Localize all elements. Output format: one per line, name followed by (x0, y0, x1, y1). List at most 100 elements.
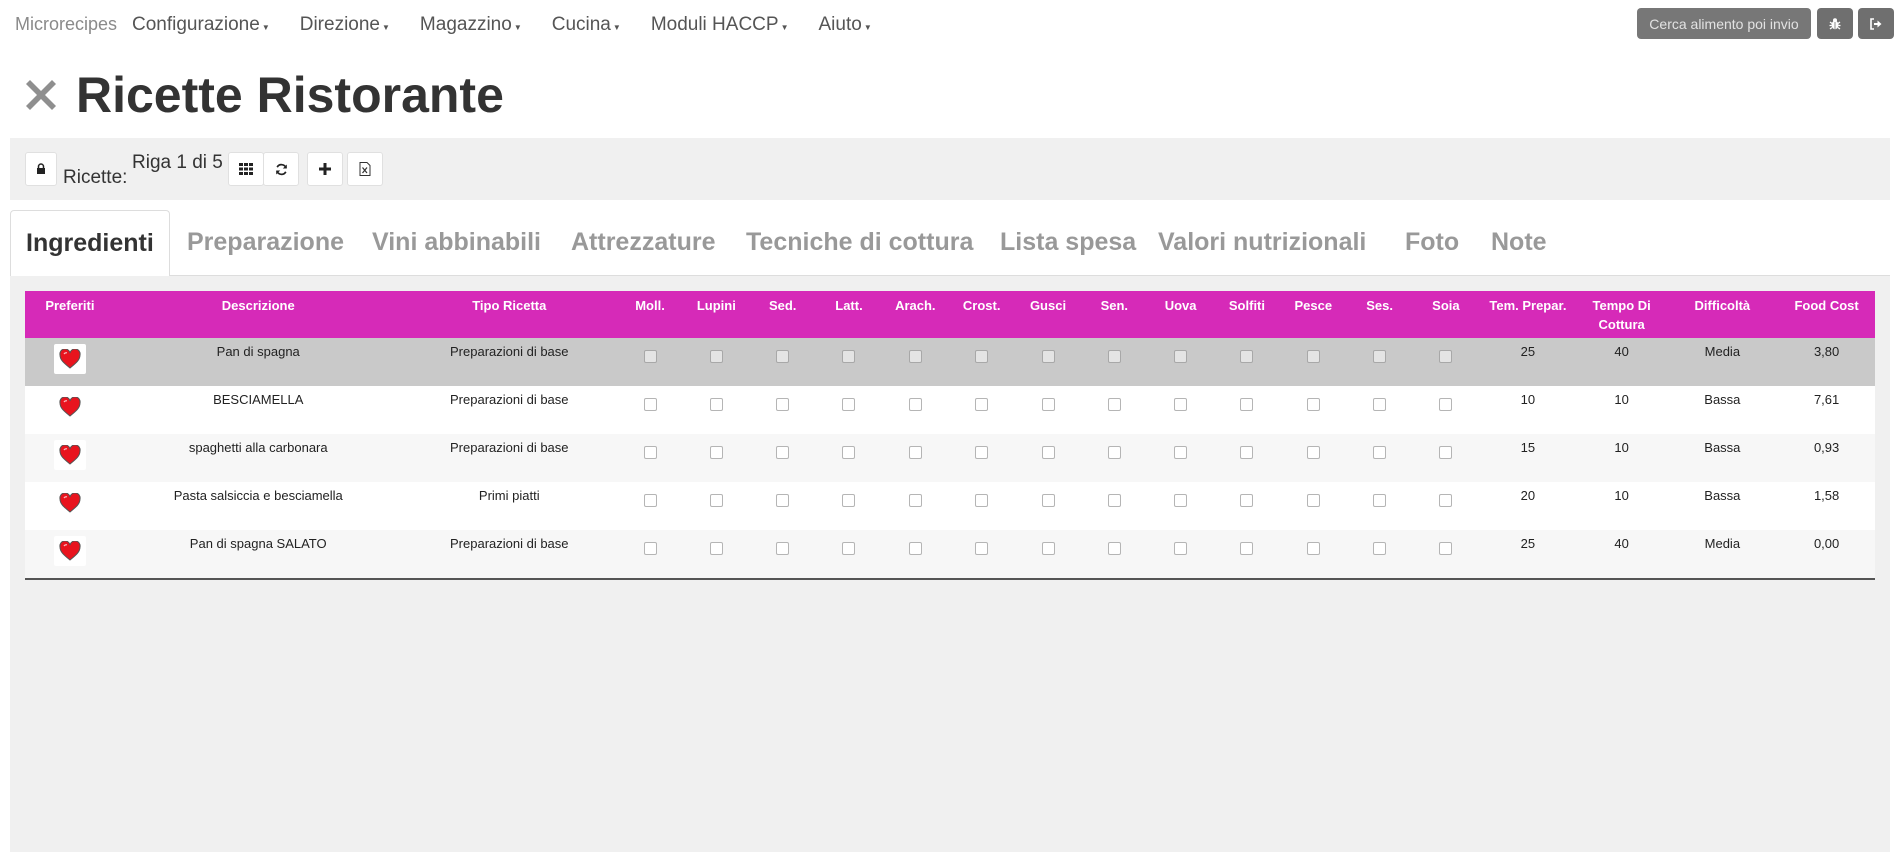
bug-report-button[interactable] (1817, 8, 1853, 39)
logout-button[interactable] (1858, 8, 1894, 39)
favorite-cell[interactable] (25, 434, 115, 482)
brand[interactable]: Microrecipes (15, 14, 117, 35)
col-allergen[interactable]: Sen. (1081, 291, 1148, 338)
allergen-checkbox[interactable] (908, 398, 922, 411)
col-descrizione[interactable]: Descrizione (114, 291, 402, 338)
favorite-toggle[interactable] (53, 488, 86, 518)
allergen-checkbox[interactable] (1107, 446, 1121, 459)
allergen-checkbox[interactable] (643, 398, 657, 411)
favorite-toggle[interactable] (53, 536, 86, 566)
allergen-checkbox[interactable] (1174, 494, 1188, 507)
col-allergen[interactable]: Arach. (882, 291, 949, 338)
table-row[interactable]: BESCIAMELLA Preparazioni di base 10 10 Bassa… (25, 386, 1875, 434)
allergen-checkbox[interactable] (842, 542, 856, 555)
allergen-checkbox[interactable] (975, 446, 989, 459)
close-x-icon[interactable] (20, 74, 62, 116)
allergen-checkbox[interactable] (842, 398, 856, 411)
tab-ingredienti[interactable]: Ingredienti (10, 210, 170, 277)
tab-lista-spesa[interactable]: Lista spesa (985, 210, 1151, 274)
allergen-checkbox[interactable] (1174, 398, 1188, 411)
col-tem-prepar[interactable]: Tem. Prepar. (1479, 291, 1577, 338)
favorite-toggle[interactable] (53, 392, 86, 422)
allergen-checkbox[interactable] (1041, 494, 1055, 507)
allergen-checkbox[interactable] (1174, 350, 1188, 363)
allergen-checkbox[interactable] (1107, 542, 1121, 555)
col-allergen[interactable]: Solfiti (1213, 291, 1281, 338)
allergen-checkbox[interactable] (1373, 350, 1387, 363)
allergen-checkbox[interactable] (709, 494, 723, 507)
col-allergen[interactable]: Uova (1147, 291, 1214, 338)
allergen-checkbox[interactable] (776, 398, 790, 411)
col-difficolta[interactable]: Difficoltà (1666, 291, 1779, 338)
allergen-checkbox[interactable] (1041, 446, 1055, 459)
allergen-checkbox[interactable] (1174, 446, 1188, 459)
table-row[interactable]: Pasta salsiccia e besciamella Primi piatt… (25, 482, 1875, 530)
menu-moduli-haccp[interactable]: Moduli HACCP ▼ (651, 14, 789, 36)
col-allergen[interactable]: Lupini (683, 291, 750, 338)
allergen-checkbox[interactable] (1240, 446, 1254, 459)
allergen-checkbox[interactable] (776, 494, 790, 507)
allergen-checkbox[interactable] (1439, 494, 1453, 507)
tab-tecniche-di-cottura[interactable]: Tecniche di cottura (731, 210, 988, 274)
allergen-checkbox[interactable] (1041, 350, 1055, 363)
columns-button[interactable] (228, 152, 264, 186)
tab-preparazione[interactable]: Preparazione (172, 210, 359, 274)
allergen-checkbox[interactable] (1306, 542, 1320, 555)
allergen-checkbox[interactable] (1439, 542, 1453, 555)
refresh-button[interactable] (263, 152, 299, 186)
allergen-checkbox[interactable] (1240, 494, 1254, 507)
allergen-checkbox[interactable] (1439, 446, 1453, 459)
allergen-checkbox[interactable] (709, 398, 723, 411)
table-row[interactable]: Pan di spagna SALATO Preparazioni di base… (25, 530, 1875, 580)
allergen-checkbox[interactable] (1041, 542, 1055, 555)
allergen-checkbox[interactable] (1439, 350, 1453, 363)
menu-aiuto[interactable]: Aiuto ▼ (819, 14, 872, 36)
table-row[interactable]: Pan di spagna Preparazioni di base 25 40 Med… (25, 338, 1875, 386)
allergen-checkbox[interactable] (1373, 446, 1387, 459)
allergen-checkbox[interactable] (1240, 398, 1254, 411)
menu-direzione[interactable]: Direzione ▼ (300, 14, 390, 36)
allergen-checkbox[interactable] (643, 494, 657, 507)
allergen-checkbox[interactable] (643, 350, 657, 363)
tab-vini-abbinabili[interactable]: Vini abbinabili (357, 210, 556, 274)
allergen-checkbox[interactable] (1240, 542, 1254, 555)
allergen-checkbox[interactable] (1373, 542, 1387, 555)
allergen-checkbox[interactable] (1041, 398, 1055, 411)
col-tipo-ricetta[interactable]: Tipo Ricetta (401, 291, 617, 338)
tab-valori-nutrizionali[interactable]: Valori nutrizionali (1143, 210, 1381, 274)
export-excel-button[interactable] (347, 152, 383, 186)
col-allergen[interactable]: Soia (1412, 291, 1480, 338)
allergen-checkbox[interactable] (975, 494, 989, 507)
allergen-checkbox[interactable] (908, 446, 922, 459)
allergen-checkbox[interactable] (1373, 398, 1387, 411)
allergen-checkbox[interactable] (1373, 494, 1387, 507)
col-allergen[interactable]: Gusci (1014, 291, 1082, 338)
allergen-checkbox[interactable] (1306, 350, 1320, 363)
allergen-checkbox[interactable] (975, 350, 989, 363)
search-food-button[interactable]: Cerca alimento poi invio (1637, 8, 1811, 39)
favorite-toggle[interactable] (53, 344, 86, 374)
menu-magazzino[interactable]: Magazzino ▼ (420, 14, 522, 36)
allergen-checkbox[interactable] (776, 542, 790, 555)
allergen-checkbox[interactable] (1306, 398, 1320, 411)
col-allergen[interactable]: Crost. (948, 291, 1015, 338)
tab-foto[interactable]: Foto (1390, 210, 1474, 274)
col-tempo-cottura[interactable]: Tempo Di Cottura (1576, 291, 1667, 338)
favorite-cell[interactable] (25, 338, 115, 386)
col-allergen[interactable]: Sed. (749, 291, 816, 338)
lock-button[interactable] (25, 152, 57, 186)
add-recipe-button[interactable] (307, 152, 343, 186)
allergen-checkbox[interactable] (776, 446, 790, 459)
allergen-checkbox[interactable] (776, 350, 790, 363)
col-allergen[interactable]: Pesce (1280, 291, 1347, 338)
allergen-checkbox[interactable] (1107, 398, 1121, 411)
allergen-checkbox[interactable] (908, 350, 922, 363)
allergen-checkbox[interactable] (1306, 494, 1320, 507)
allergen-checkbox[interactable] (908, 542, 922, 555)
col-allergen[interactable]: Moll. (616, 291, 684, 338)
menu-cucina[interactable]: Cucina ▼ (552, 14, 621, 36)
allergen-checkbox[interactable] (1240, 350, 1254, 363)
allergen-checkbox[interactable] (709, 542, 723, 555)
table-row[interactable]: spaghetti alla carbonara Preparazioni di … (25, 434, 1875, 482)
allergen-checkbox[interactable] (1107, 350, 1121, 363)
